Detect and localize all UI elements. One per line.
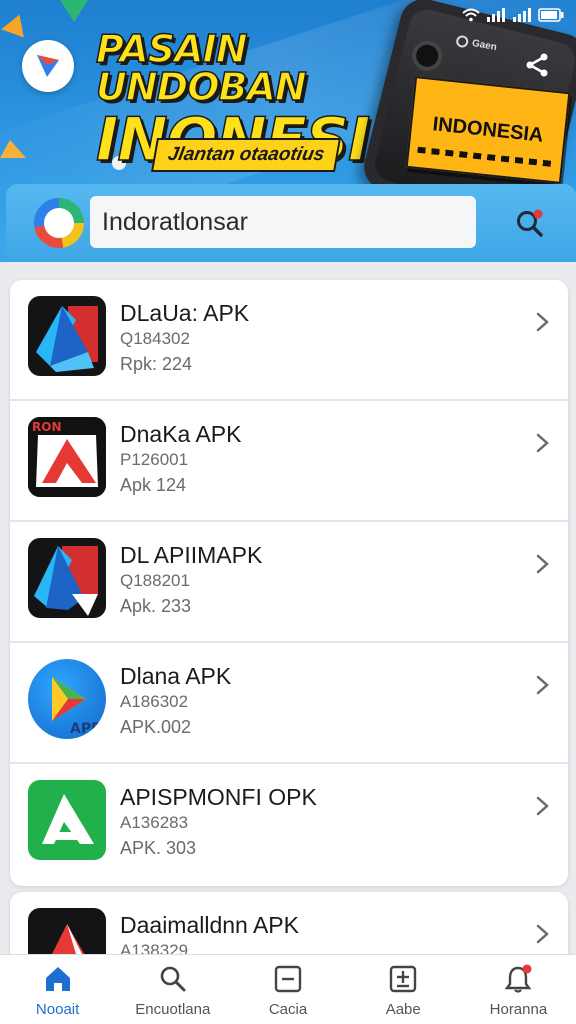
app-code: Q184302: [120, 329, 190, 348]
brand-logo-icon[interactable]: [34, 198, 84, 248]
nav-home[interactable]: Nooait: [0, 955, 115, 1024]
app-version: APK. 303: [120, 838, 197, 858]
app-dot-icon: [455, 34, 470, 49]
app-name: DL APIIMAPK: [120, 542, 263, 568]
status-bar: [414, 4, 574, 26]
green-a-icon: [28, 780, 106, 860]
red-a-icon: RON: [28, 417, 106, 497]
banner-subtitle: Jlantan otaaotius: [151, 138, 342, 172]
battery-icon: [538, 8, 564, 22]
chevron-right-icon: [536, 554, 549, 574]
list-item[interactable]: RON DnaKa APK P126001 Apk 124: [10, 401, 568, 522]
banner-title-line1: PASAIN UNDOBAN: [95, 27, 307, 109]
phone-badge: INDONESIA: [405, 76, 571, 184]
app-name: DnaKa APK: [120, 421, 242, 447]
app-version: Apk 124: [120, 475, 187, 495]
app-version: APK.002: [120, 717, 192, 737]
list-item[interactable]: APISPMONFI OPK A136283 APK. 303: [10, 764, 568, 885]
confetti: [0, 140, 26, 158]
chevron-right-icon: [536, 796, 549, 816]
list-item[interactable]: DLaUa: APK Q184302 Rpk: 224: [10, 280, 568, 401]
app-list: DLaUa: APK Q184302 Rpk: 224 RON DnaKa AP…: [10, 280, 568, 886]
app-code: A186302: [120, 692, 189, 711]
chevron-right-icon: [536, 433, 549, 453]
icon-text: APP: [70, 721, 101, 737]
drive-triangle-icon: [28, 538, 106, 618]
list-item[interactable]: DL APIIMAPK Q188201 Apk. 233: [10, 522, 568, 643]
chevron-right-icon: [536, 924, 549, 944]
bottom-navigation: Nooait Encuotlana Cacia Aabe Horanna: [0, 954, 576, 1024]
nav-label: Nooait: [35, 1001, 80, 1018]
search-button[interactable]: [510, 204, 550, 244]
nav-notifications[interactable]: Horanna: [461, 955, 576, 1024]
share-icon[interactable]: [522, 50, 552, 80]
home-icon: [42, 963, 74, 995]
search-icon: [157, 963, 189, 995]
icon-text: RON: [32, 420, 61, 434]
signal-icon: [513, 8, 531, 22]
app-name: APISPMONFI OPK: [120, 784, 317, 810]
app-version: Apk. 233: [120, 596, 192, 616]
search-icon: [517, 209, 543, 237]
app-code: Q188201: [120, 571, 190, 590]
bell-icon: [502, 963, 534, 995]
nav-label: Encuotlana: [135, 1001, 211, 1018]
app-name: Daaimalldnn APK: [120, 912, 299, 938]
nav-label: Cacia: [268, 1001, 308, 1018]
plus-box-icon: [387, 963, 419, 995]
nav-label: Aabe: [385, 1001, 421, 1018]
chevron-right-icon: [536, 675, 549, 695]
list-item[interactable]: APP Dlana APK A186302 APK.002: [10, 643, 568, 764]
app-name: Dlana APK: [120, 663, 232, 689]
logo-play-icon: [37, 55, 59, 77]
confetti: [60, 0, 88, 22]
drive-triangle-icon: [28, 296, 106, 376]
wifi-icon: [462, 8, 480, 22]
minus-box-icon: [272, 963, 304, 995]
play-store-icon: APP: [28, 659, 106, 739]
search-input[interactable]: [90, 196, 476, 248]
app-code: A136283: [120, 813, 189, 832]
nav-label: Horanna: [489, 1001, 548, 1018]
confetti: [1, 10, 31, 38]
app-version: Rpk: 224: [120, 354, 193, 374]
search-bar: [6, 184, 576, 260]
app-code: P126001: [120, 450, 189, 469]
nav-search[interactable]: Encuotlana: [115, 955, 230, 1024]
nav-add[interactable]: Aabe: [346, 955, 461, 1024]
app-name: DLaUa: APK: [120, 300, 250, 326]
app-logo[interactable]: [22, 40, 74, 92]
chevron-right-icon: [536, 312, 549, 332]
signal-icon: [487, 8, 505, 22]
nav-category[interactable]: Cacia: [230, 955, 345, 1024]
